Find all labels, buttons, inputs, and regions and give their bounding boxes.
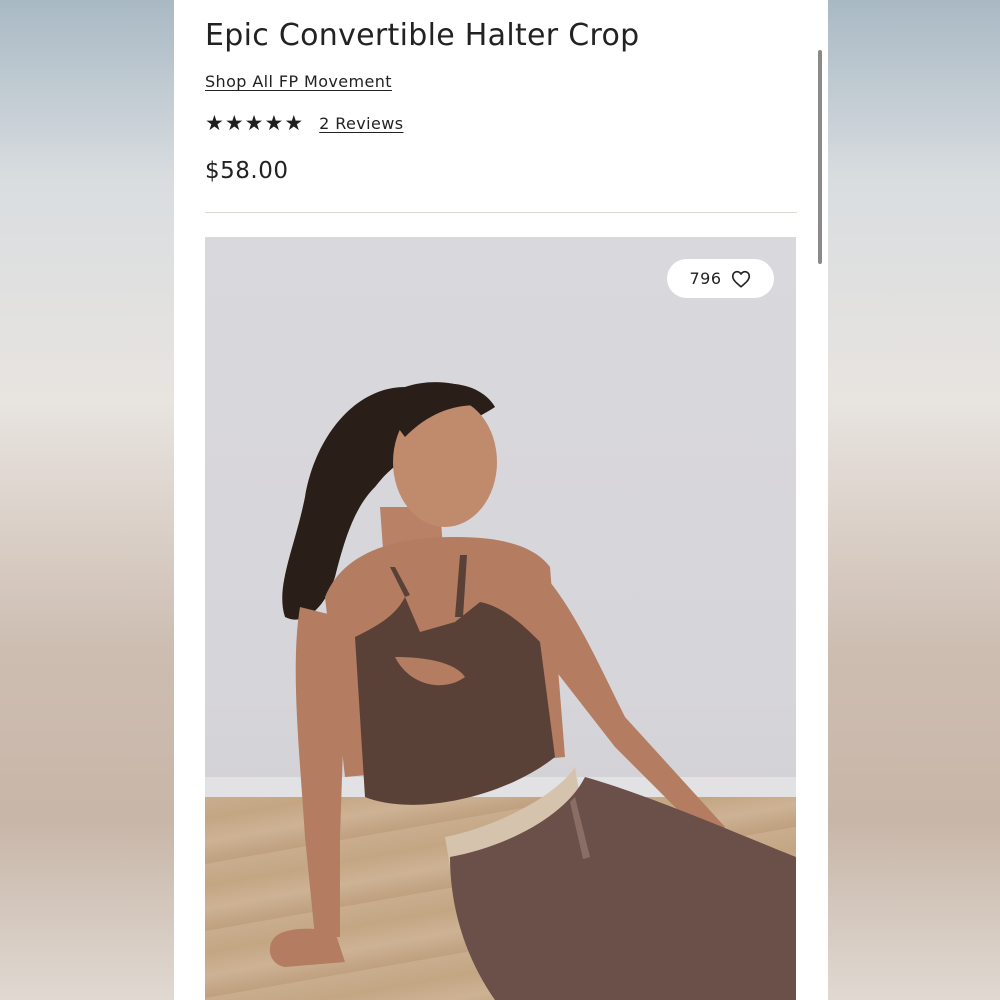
product-page: Epic Convertible Halter Crop Shop All FP… <box>174 0 828 1000</box>
shop-all-link[interactable]: Shop All FP Movement <box>205 72 392 91</box>
star-icon: ★ <box>284 111 304 135</box>
favorite-button[interactable]: 796 <box>667 259 774 298</box>
background-left <box>0 0 174 1000</box>
star-icon: ★ <box>205 111 224 135</box>
scrollbar[interactable] <box>818 50 822 264</box>
reviews-link[interactable]: 2 Reviews <box>319 114 403 133</box>
product-price: $58.00 <box>205 158 289 184</box>
rating-row: ★ ★ ★ ★ ★ 2 Reviews <box>205 110 403 136</box>
product-title: Epic Convertible Halter Crop <box>205 18 640 53</box>
background-right <box>828 0 1000 1000</box>
star-icon: ★ <box>224 111 244 135</box>
heart-outline-icon <box>731 270 750 288</box>
model-illustration <box>269 382 796 1000</box>
favorite-count: 796 <box>689 269 722 288</box>
star-icon: ★ <box>244 111 264 135</box>
product-image[interactable]: 796 <box>205 237 796 1000</box>
divider <box>205 212 797 213</box>
scrollbar-thumb[interactable] <box>818 50 822 264</box>
star-icon: ★ <box>264 111 284 135</box>
star-rating: ★ ★ ★ ★ ★ <box>205 110 303 136</box>
